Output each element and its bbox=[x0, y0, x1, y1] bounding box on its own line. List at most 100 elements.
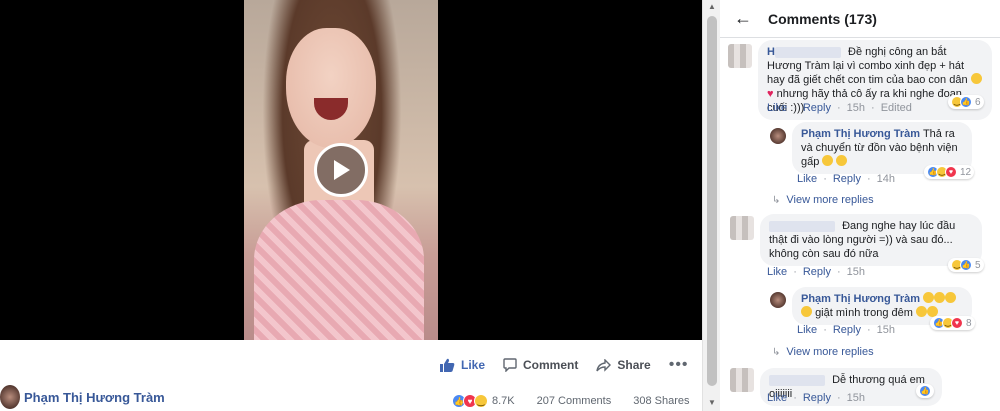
reaction-count[interactable]: 8.7K bbox=[492, 395, 515, 407]
reaction-count: 6 bbox=[975, 96, 981, 108]
comment-label: Comment bbox=[523, 358, 579, 372]
reply-reply-link[interactable]: Reply bbox=[833, 324, 861, 336]
page-avatar[interactable] bbox=[0, 385, 20, 409]
comments-panel: ← Comments (173) H Đề nghị công an bắt H… bbox=[720, 0, 1000, 411]
author-name-redacted bbox=[769, 374, 825, 386]
separator-dot: · bbox=[871, 102, 875, 114]
page-reply-avatar[interactable] bbox=[770, 128, 786, 144]
commenter-avatar[interactable] bbox=[730, 368, 754, 392]
reply-time[interactable]: 14h bbox=[877, 173, 895, 185]
comment-reactions[interactable]: ‿ 👍 6 bbox=[948, 95, 984, 109]
comment-icon bbox=[503, 358, 517, 372]
author-name-redacted bbox=[774, 46, 841, 58]
comment-meta: Like · Reply · 15h bbox=[767, 266, 871, 278]
reply-meta: Like · Reply · 15h bbox=[797, 324, 901, 336]
laughing-emoji-icon bbox=[836, 155, 848, 166]
more-options-icon[interactable]: ••• bbox=[669, 356, 689, 374]
commenter-avatar[interactable] bbox=[728, 44, 752, 68]
comment-reply-link[interactable]: Reply bbox=[803, 102, 831, 114]
comment-edited[interactable]: Edited bbox=[881, 102, 912, 114]
like-reaction-icon: 👍 bbox=[960, 259, 972, 271]
post-stats: 👍 ♥ ‿ 8.7K 207 Comments 308 Shares bbox=[452, 394, 690, 408]
view-more-replies-label: View more replies bbox=[786, 194, 874, 206]
comment-bubble: Đang nghe hay lúc đầu thật đi vào lòng n… bbox=[760, 214, 982, 266]
share-label: Share bbox=[617, 358, 651, 372]
reply-reply-link[interactable]: Reply bbox=[833, 173, 861, 185]
comment-button[interactable]: Comment bbox=[503, 358, 578, 372]
comments-header: ← Comments (173) bbox=[720, 0, 1000, 38]
reply-meta: Like · Reply · 14h bbox=[797, 173, 901, 185]
comment-reply-link[interactable]: Reply bbox=[803, 266, 831, 278]
separator-dot: · bbox=[793, 266, 797, 278]
scroll-up-icon[interactable]: ▲ bbox=[707, 2, 717, 12]
reply-text: giật mình trong đêm bbox=[815, 307, 913, 319]
thumbs-up-icon bbox=[440, 358, 455, 372]
comment-like-link[interactable]: Like bbox=[767, 266, 787, 278]
laughing-emoji-icon bbox=[923, 292, 935, 303]
play-button[interactable] bbox=[314, 143, 368, 197]
separator-dot: · bbox=[866, 324, 871, 336]
action-bar: Like Comment Share ••• bbox=[440, 352, 702, 378]
separator-dot: · bbox=[836, 102, 841, 114]
video-subject-dress bbox=[254, 200, 424, 340]
separator-dot: · bbox=[793, 102, 797, 114]
view-more-replies-label: View more replies bbox=[786, 346, 874, 358]
reaction-count: 8 bbox=[966, 317, 972, 329]
like-reaction-icon: 👍 bbox=[960, 96, 972, 108]
comment-reactions[interactable]: 👍 bbox=[916, 384, 934, 398]
share-button[interactable]: Share bbox=[596, 358, 651, 372]
comment-reactions[interactable]: ‿ 👍 5 bbox=[948, 258, 984, 272]
reply-arrow-icon: ↳ bbox=[772, 195, 781, 206]
reply-reactions[interactable]: 👍 ‿ ♥ 8 bbox=[930, 316, 975, 330]
reply-author[interactable]: Phạm Thị Hương Tràm bbox=[801, 293, 920, 305]
comment-author[interactable]: H bbox=[767, 46, 775, 58]
separator-dot: · bbox=[793, 392, 797, 404]
share-icon bbox=[596, 358, 612, 372]
comment-meta: Like · Reply · 15h · Edited bbox=[767, 102, 918, 114]
comments-title: Comments (173) bbox=[768, 10, 877, 27]
moon-emoji-icon bbox=[970, 73, 982, 84]
laughing-emoji-icon bbox=[945, 292, 957, 303]
reply-time[interactable]: 15h bbox=[877, 324, 895, 336]
comment-like-link[interactable]: Like bbox=[767, 102, 787, 114]
laughing-emoji-icon bbox=[801, 306, 812, 317]
scrollbar[interactable]: ▲ ▼ bbox=[702, 0, 720, 411]
reply-like-link[interactable]: Like bbox=[797, 324, 817, 336]
laughing-emoji-icon bbox=[915, 306, 927, 317]
scroll-thumb[interactable] bbox=[707, 16, 717, 386]
commenter-avatar[interactable] bbox=[730, 216, 754, 240]
separator-dot: · bbox=[836, 392, 841, 404]
reply-author[interactable]: Phạm Thị Hương Tràm bbox=[801, 128, 920, 140]
reply-like-link[interactable]: Like bbox=[797, 173, 817, 185]
page-name[interactable]: Phạm Thị Hương Tràm bbox=[24, 390, 165, 405]
comment-time[interactable]: 15h bbox=[847, 102, 865, 114]
author-name-redacted bbox=[769, 220, 835, 232]
love-reaction-icon: ♥ bbox=[945, 166, 957, 178]
play-icon bbox=[334, 160, 350, 180]
comment-time[interactable]: 15h bbox=[847, 392, 865, 404]
laughing-emoji-icon bbox=[822, 155, 834, 166]
back-arrow-icon[interactable]: ← bbox=[734, 8, 752, 29]
reaction-icons[interactable]: 👍 ♥ ‿ bbox=[452, 394, 488, 408]
scroll-down-icon[interactable]: ▼ bbox=[707, 398, 717, 408]
comment-like-link[interactable]: Like bbox=[767, 392, 787, 404]
like-reaction-icon: 👍 bbox=[919, 385, 931, 397]
love-reaction-icon: ♥ bbox=[951, 317, 963, 329]
view-more-replies-link[interactable]: ↳ View more replies bbox=[772, 346, 874, 358]
page-reply-avatar[interactable] bbox=[770, 292, 786, 308]
share-count[interactable]: 308 Shares bbox=[633, 395, 689, 407]
video-player[interactable] bbox=[0, 0, 702, 340]
comment-count[interactable]: 207 Comments bbox=[537, 395, 612, 407]
comment-meta: Like · Reply · 15h bbox=[767, 392, 871, 404]
separator-dot: · bbox=[823, 324, 827, 336]
comment-time[interactable]: 15h bbox=[847, 266, 865, 278]
like-label: Like bbox=[461, 358, 486, 372]
heart-emoji-icon: ♥ bbox=[767, 88, 774, 100]
haha-reaction-icon: ‿ bbox=[474, 394, 488, 408]
video-subject-face bbox=[286, 28, 376, 148]
laughing-emoji-icon bbox=[934, 292, 946, 303]
view-more-replies-link[interactable]: ↳ View more replies bbox=[772, 194, 874, 206]
comment-reply-link[interactable]: Reply bbox=[803, 392, 831, 404]
reply-reactions[interactable]: 👍 ‿ ♥ 12 bbox=[924, 165, 975, 179]
like-button[interactable]: Like bbox=[440, 358, 485, 372]
